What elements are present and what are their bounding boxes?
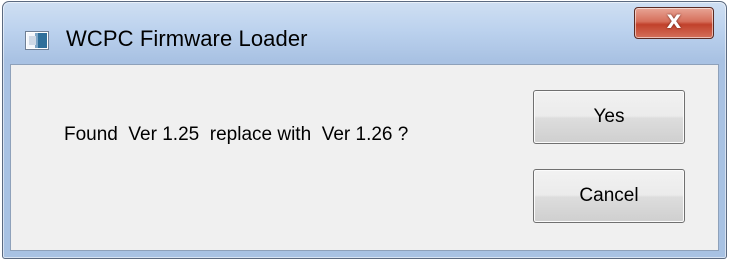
close-icon: X — [666, 11, 682, 33]
window-title: WCPC Firmware Loader — [66, 26, 308, 51]
close-button[interactable]: X — [634, 7, 714, 39]
dialog-body: Found Ver 1.25 replace with Ver 1.26 ? Y… — [10, 64, 719, 251]
yes-button[interactable]: Yes — [533, 90, 685, 144]
app-window-icon — [25, 31, 49, 50]
dialog-window: WCPC Firmware Loader X Found Ver 1.25 re… — [2, 1, 727, 259]
dialog-message: Found Ver 1.25 replace with Ver 1.26 ? — [64, 124, 409, 145]
title-bar[interactable]: WCPC Firmware Loader X — [3, 2, 726, 64]
cancel-button[interactable]: Cancel — [533, 169, 685, 223]
